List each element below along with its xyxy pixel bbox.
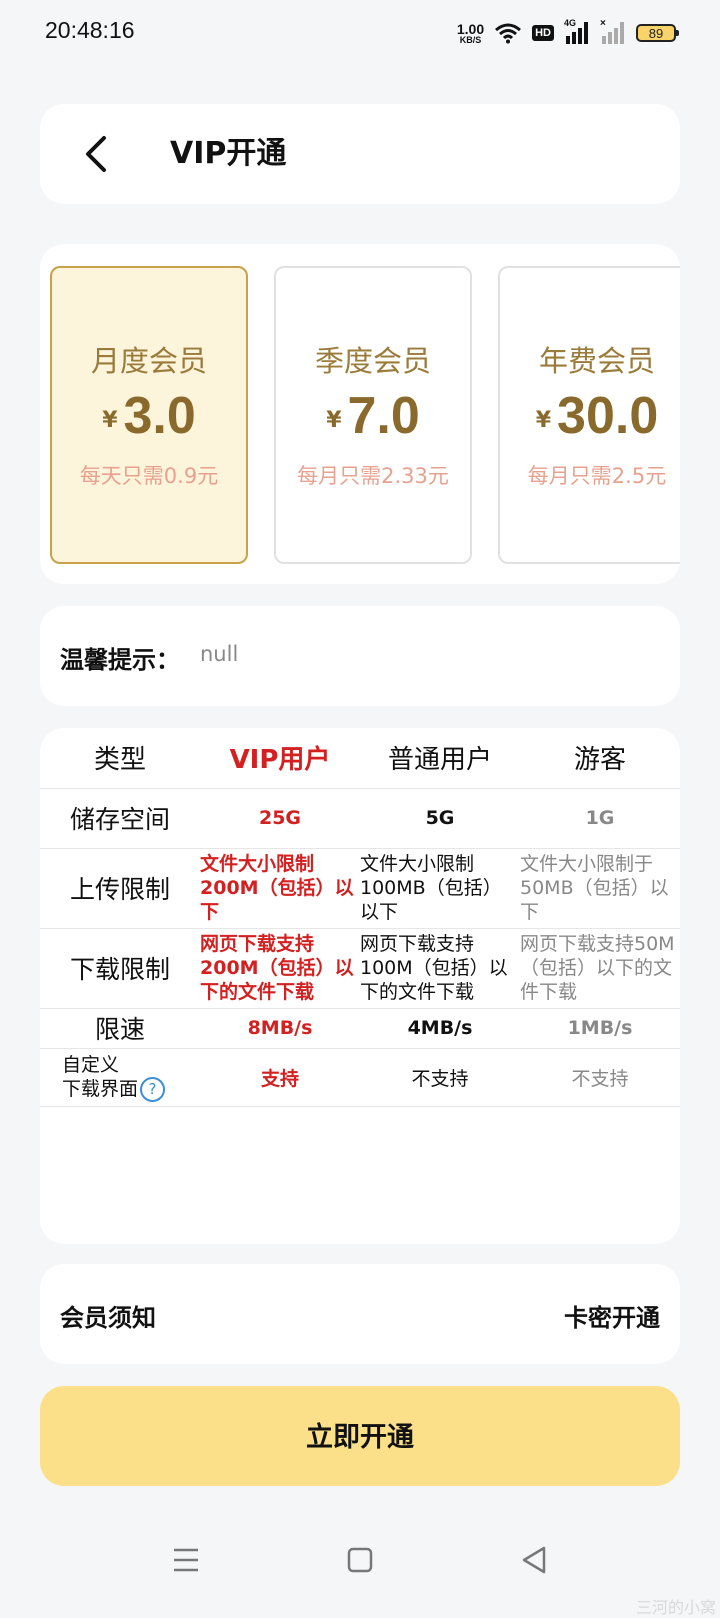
plan-name: 年费会员 bbox=[538, 344, 655, 378]
back-nav-icon[interactable] bbox=[514, 1540, 554, 1580]
tip-label: 温馨提示： bbox=[60, 646, 180, 674]
row-label: 下载限制 bbox=[40, 927, 200, 1008]
vip-value: 8MB/s bbox=[200, 1007, 360, 1048]
plan-card-monthly[interactable]: 月度会员 ¥3.0 每天只需0.9元 bbox=[50, 266, 248, 564]
row-label-line2-text: 下载界面 bbox=[62, 1077, 139, 1100]
price-value: 3.0 bbox=[123, 387, 196, 445]
row-label: 上传限制 bbox=[40, 847, 200, 928]
row-label: 储存空间 bbox=[40, 787, 200, 848]
header-type: 类型 bbox=[93, 745, 146, 776]
price-value: 30.0 bbox=[557, 387, 659, 445]
guest-value: 网页下载支持50M（包括）以下的文件下载 bbox=[520, 927, 680, 1008]
table-row: 限速 8MB/s 4MB/s 1MB/s bbox=[40, 1007, 680, 1048]
battery-icon: 89 bbox=[636, 24, 679, 42]
comparison-table: 类型 VIP用户 普通用户 游客 储存空间 25G 5G 1G 上传限制 文件大… bbox=[40, 728, 680, 1107]
watermark: 三河的小窝 bbox=[635, 1598, 716, 1617]
table-row: 储存空间 25G 5G 1G bbox=[40, 787, 680, 848]
normal-value: 不支持 bbox=[360, 1047, 520, 1106]
back-arrow-icon[interactable] bbox=[76, 132, 120, 176]
home-nav-icon[interactable] bbox=[340, 1540, 380, 1580]
signal-sim2-icon: × bbox=[600, 18, 626, 44]
wifi-icon bbox=[495, 23, 522, 44]
status-bar: 20:48:16 1.00 KB/S HD 4G × 89 bbox=[0, 0, 720, 64]
normal-value: 5G bbox=[360, 787, 520, 848]
status-time: 20:48:16 bbox=[45, 17, 135, 43]
guest-value: 不支持 bbox=[520, 1047, 680, 1106]
table-row: 自定义 下载界面? 支持 不支持 不支持 bbox=[40, 1047, 680, 1106]
guest-value: 1MB/s bbox=[520, 1007, 680, 1048]
plan-price: ¥30.0 bbox=[500, 386, 680, 446]
header-vip: VIP用户 bbox=[229, 745, 331, 776]
net-speed: 1.00 KB/S bbox=[457, 22, 484, 45]
plan-card-quarterly[interactable]: 季度会员 ¥7.0 每月只需2.33元 bbox=[274, 266, 472, 564]
plan-note: 每天只需0.9元 bbox=[79, 464, 219, 488]
guest-value: 1G bbox=[520, 787, 680, 848]
card-code-activate-link[interactable]: 卡密开通 bbox=[564, 1298, 660, 1333]
plan-price: ¥3.0 bbox=[52, 386, 246, 446]
normal-value: 网页下载支持100M（包括）以下的文件下载 bbox=[360, 927, 520, 1008]
net-speed-value: 1.00 bbox=[456, 20, 485, 37]
menu-nav-icon[interactable] bbox=[166, 1540, 206, 1580]
header-card: VIP开通 bbox=[40, 104, 680, 204]
table-row: 上传限制 文件大小限制200M（包括）以下 文件大小限制100MB（包括）以下 … bbox=[40, 847, 680, 928]
plan-note: 每月只需2.5元 bbox=[527, 464, 667, 488]
hd-voice-icon: HD bbox=[532, 25, 554, 41]
question-help-icon[interactable]: ? bbox=[140, 1076, 166, 1102]
table-row: 下载限制 网页下载支持200M（包括）以下的文件下载 网页下载支持100M（包括… bbox=[40, 927, 680, 1008]
comparison-table-card: 类型 VIP用户 普通用户 游客 储存空间 25G 5G 1G 上传限制 文件大… bbox=[40, 728, 680, 1244]
activate-now-button[interactable]: 立即开通 bbox=[40, 1386, 680, 1486]
status-icons: 1.00 KB/S HD 4G × 89 bbox=[457, 18, 679, 48]
vip-value: 支持 bbox=[200, 1047, 360, 1106]
row-label-line2: 下载界面? bbox=[62, 1076, 200, 1102]
plan-note: 每月只需2.33元 bbox=[297, 464, 449, 488]
header-normal: 普通用户 bbox=[387, 745, 492, 776]
plan-card-yearly[interactable]: 年费会员 ¥30.0 每月只需2.5元 bbox=[498, 266, 680, 564]
network-type-label: 4G bbox=[564, 18, 577, 28]
normal-value: 文件大小限制100MB（包括）以下 bbox=[360, 847, 520, 928]
vip-value: 25G bbox=[200, 787, 360, 848]
currency-symbol: ¥ bbox=[326, 408, 342, 433]
table-header-row: 类型 VIP用户 普通用户 游客 bbox=[40, 728, 680, 788]
plan-carousel[interactable]: 月度会员 ¥3.0 每天只需0.9元 季度会员 ¥7.0 每月只需2.33元 年… bbox=[40, 244, 680, 584]
guest-value: 文件大小限制于50MB（包括）以下 bbox=[520, 847, 680, 928]
plan-price: ¥7.0 bbox=[276, 386, 470, 446]
tip-value: null bbox=[200, 642, 239, 666]
row-label: 限速 bbox=[40, 1007, 200, 1048]
member-notice-link[interactable]: 会员须知 bbox=[60, 1298, 156, 1333]
row-label: 自定义 下载界面? bbox=[40, 1047, 200, 1106]
battery-level: 89 bbox=[648, 25, 664, 41]
normal-value: 4MB/s bbox=[360, 1007, 520, 1048]
notice-card: 会员须知 卡密开通 bbox=[40, 1264, 680, 1364]
plan-name: 季度会员 bbox=[314, 344, 431, 378]
currency-symbol: ¥ bbox=[102, 408, 118, 433]
currency-symbol: ¥ bbox=[535, 408, 552, 433]
plan-name: 月度会员 bbox=[90, 344, 207, 378]
signal-4g-icon: 4G bbox=[564, 18, 590, 44]
net-speed-unit: KB/S bbox=[459, 34, 482, 45]
vip-value: 网页下载支持200M（包括）以下的文件下载 bbox=[200, 927, 360, 1008]
tip-card: 温馨提示： null bbox=[40, 606, 680, 706]
page-title: VIP开通 bbox=[170, 136, 287, 171]
price-value: 7.0 bbox=[347, 387, 420, 445]
vip-value: 文件大小限制200M（包括）以下 bbox=[200, 847, 360, 928]
header-guest: 游客 bbox=[573, 745, 626, 776]
row-label-line1: 自定义 bbox=[62, 1053, 120, 1076]
